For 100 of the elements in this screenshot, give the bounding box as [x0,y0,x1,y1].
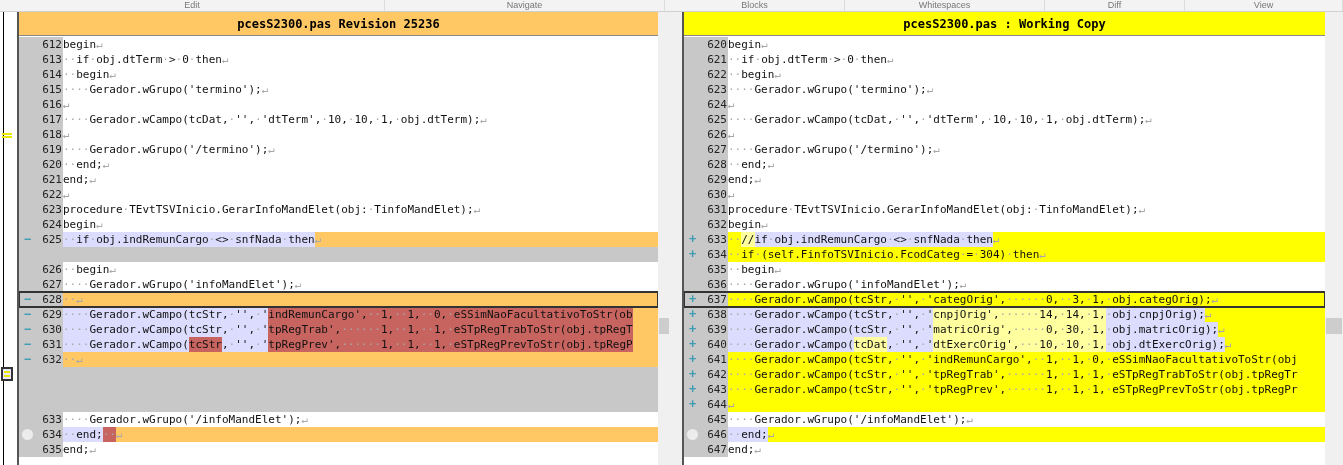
code-text: ····Gerador.wGrupo('infoMandElet');↵ [728,277,967,292]
change-marker: + [688,337,697,352]
code-text: ··begin↵ [63,262,116,277]
diff-highlight: tcDat [853,337,887,352]
line-number: 636 [706,277,728,292]
line-number: 622 [41,187,63,202]
ribbon-group-label[interactable]: Blocks [741,0,768,11]
changed-text: ····Gerador.wCampo( [63,337,189,352]
ribbon-group-label[interactable]: View [1253,0,1274,11]
code-text: ····Gerador.wCampo(tcStr,·'',·'indRemunCargo',··1,··1,·0,·eSSimNaoFacultativoToStr(obj [728,352,1298,367]
line-number: 625 [706,112,728,127]
code-text: ··↵ [63,352,83,367]
line-number: 631 [41,337,63,352]
code-text: begin↵ [63,217,103,232]
line-number: 634 [41,427,63,442]
ribbon-group-label[interactable]: Navigate [506,0,543,11]
bookmark-icon[interactable] [687,429,698,440]
code-text: ··begin↵ [728,67,781,82]
code-text: ··begin↵ [728,262,781,277]
scrollbar[interactable] [1325,12,1343,465]
line-number: 646 [706,427,728,442]
line-number: 637 [706,292,728,307]
code-text: ↵ [1224,337,1232,352]
code-text: ↵ [116,427,123,442]
code-text: ↵ [992,232,1000,247]
line-number: 612 [41,37,63,52]
line-number: 629 [706,172,728,187]
code-text: begin↵ [728,37,768,52]
code-text: ↵ [767,427,775,442]
diff-highlight: dtExercOrig',···10,·10,·1, [933,337,1106,352]
line-number: 623 [41,202,63,217]
code-text: ····Gerador.wGrupo('/infoMandElet');↵ [728,412,974,427]
code-text: ··begin↵ [63,67,116,82]
change-marker: + [688,397,697,412]
diff-highlight: tpRegTrab',······1,··1,··1,·eSTpRegTrabToStr(obj.tpRegT [268,322,633,337]
ribbon-group-label[interactable]: Edit [184,0,200,11]
code-text: ····Gerador.wCampo(tcDat,·'',·'dtTerm',·10,·10,·1,·obj.dtTerm);↵ [728,112,1152,127]
line-number: 617 [41,112,63,127]
line-number: 621 [706,52,728,67]
code-text: ↵ [728,97,735,112]
line-number: 616 [41,97,63,112]
code-text: ··end;↵ [728,157,775,172]
code-text: ····Gerador.wGrupo('/termino');↵ [728,142,940,157]
line-number: 626 [41,262,63,277]
scrollbar-thumb[interactable] [659,318,669,334]
change-marker: − [23,337,32,352]
code-text: ····Gerador.wGrupo('/infoMandElet');↵ [63,412,309,427]
scrollbar[interactable] [658,12,670,465]
scrollbar-thumb[interactable] [1326,318,1342,334]
changed-text: ····Gerador.wCampo( [728,337,854,352]
code-text: end;↵ [728,172,762,187]
line-number: 624 [706,97,728,112]
line-number: 622 [706,67,728,82]
code-text: ····Gerador.wGrupo('infoMandElet');↵ [63,277,302,292]
panel-title: pcesS2300.pas : Working Copy [684,12,1325,36]
code-text: ····Gerador.wCampo(tcStr,·'',·'tpRegTrab',······1,··1,·1,·eSTpRegTrabToStr(obj.tpRegTr [728,367,1298,382]
code-text: ··↵ [63,292,83,307]
code-text: ↵ [728,397,735,412]
line-number: 613 [41,52,63,67]
code-text: ··end;↵ [63,157,110,172]
diff-highlight: tcStr [188,337,222,352]
code-text: procedure·TEvtTSVInicio.GerarInfoMandElet(obj:·TinfoMandElet);↵ [63,202,481,217]
line-number: 629 [41,307,63,322]
line-number: 638 [706,307,728,322]
ribbon-group-label[interactable]: Diff [1107,0,1122,11]
line-number: 626 [706,127,728,142]
diff-highlight: matricOrig',·····0,·30,·1, [933,322,1106,337]
bookmark-icon[interactable] [22,429,33,440]
changed-text: ··if·obj.indRemunCargo·<>·snfNada·then [63,232,315,247]
line-number: 632 [706,217,728,232]
line-number: 643 [706,382,728,397]
change-marker: + [688,232,697,247]
change-marker: − [23,292,32,307]
changed-text: if·obj.indRemunCargo·<>·snfNada·then [754,232,993,247]
line-number: 635 [706,262,728,277]
line-number: 634 [706,247,728,262]
line-number: 640 [706,337,728,352]
change-marker: + [688,322,697,337]
line-number: 624 [41,217,63,232]
code-text: ↵ [63,187,70,202]
ribbon-group-label[interactable]: Whitespaces [918,0,971,11]
line-number: 630 [706,187,728,202]
pane-splitter[interactable] [670,12,682,465]
change-marker: + [688,292,697,307]
line-number: 618 [41,127,63,142]
line-number: 620 [706,37,728,52]
code-text: ····Gerador.wGrupo('termino');↵ [63,82,269,97]
line-number: 630 [41,322,63,337]
diff-highlight: // [741,232,755,247]
line-number: 633 [41,412,63,427]
line-number: 621 [41,172,63,187]
change-marker: + [688,367,697,382]
viewport-indicator[interactable] [1,367,13,381]
code-text: begin↵ [728,217,768,232]
line-number: 632 [41,352,63,367]
line-number: 642 [706,367,728,382]
line-number: 633 [706,232,728,247]
line-number: 635 [41,442,63,457]
code-text: ··if·(self.FinfoTSVInicio.FcodCateg·=·304)·then↵ [728,247,1046,262]
code-text: ··if·obj.dtTerm·>·0·then↵ [63,52,229,67]
